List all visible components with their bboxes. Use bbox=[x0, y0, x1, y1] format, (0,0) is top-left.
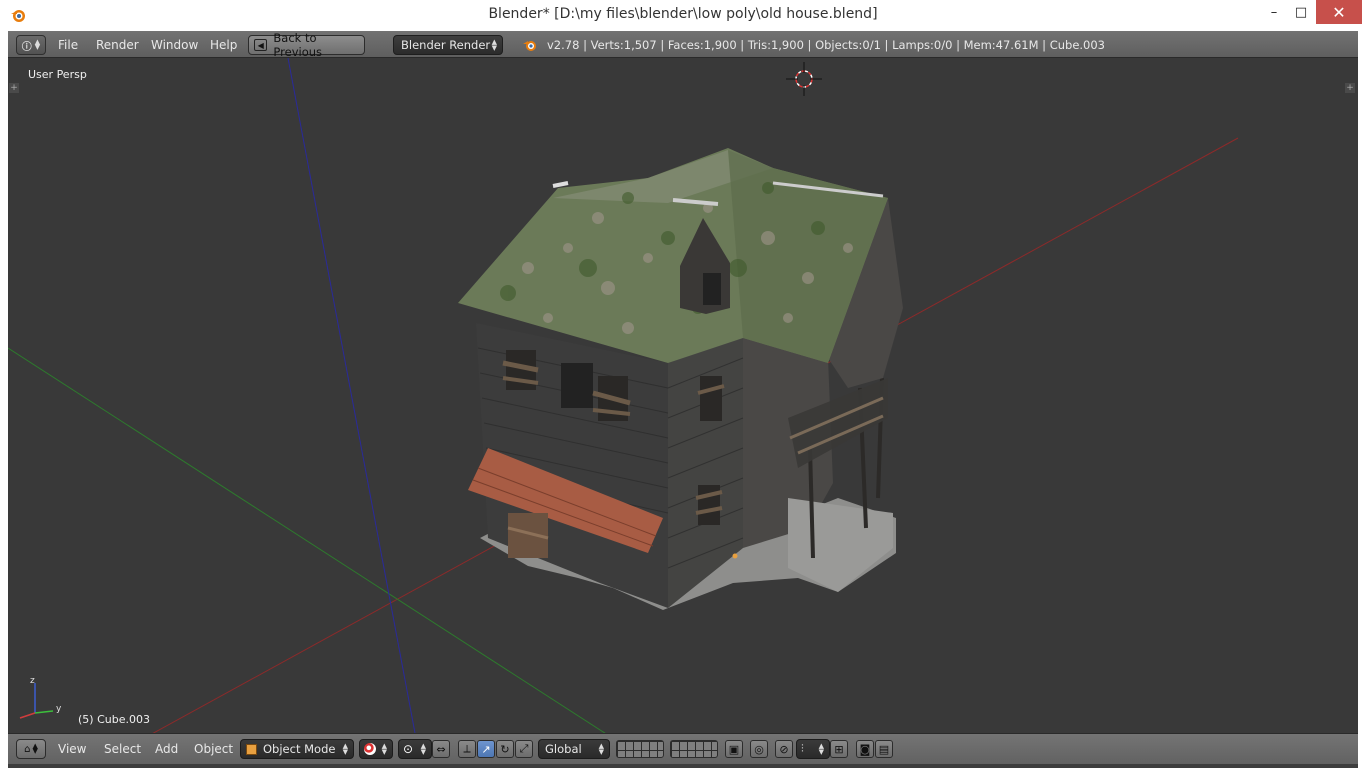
scene-layers-grid-a[interactable] bbox=[616, 740, 664, 758]
lock-layers-icon[interactable]: ▣ bbox=[725, 740, 743, 758]
back-to-previous-label: Back to Previous bbox=[273, 31, 323, 59]
gizmo-z-label: z bbox=[30, 676, 35, 686]
snap-increment-icon: ⫶ bbox=[801, 742, 804, 755]
updown-arrows-icon: ▲ ▼ bbox=[34, 38, 41, 51]
old-house-model bbox=[458, 148, 903, 610]
scale-manipulator-icon[interactable]: ⤢ bbox=[515, 740, 533, 758]
pivot-point-select[interactable]: ⊙ ▲ ▼ bbox=[398, 739, 432, 759]
3d-view-icon: ⌂ bbox=[24, 743, 31, 755]
updown-arrows-icon: ▲ ▼ bbox=[32, 742, 38, 755]
viewport-shading-select[interactable]: ▲ ▼ bbox=[359, 739, 393, 759]
close-button[interactable]: ✕ bbox=[1316, 0, 1362, 24]
back-arrow-icon: ◀ bbox=[254, 39, 268, 51]
back-to-previous-button[interactable]: ◀ Back to Previous bbox=[248, 31, 365, 59]
cube-icon bbox=[246, 743, 257, 755]
menu-select[interactable]: Select bbox=[104, 742, 141, 756]
3d-viewport[interactable]: + + User Persp z y (5) Cube.003 bbox=[8, 58, 1358, 733]
shading-sphere-icon bbox=[364, 743, 376, 755]
window-title: Blender* [D:\my files\blender\low poly\o… bbox=[488, 6, 878, 22]
updown-arrows-icon: ▲ ▼ bbox=[598, 742, 604, 756]
menu-file[interactable]: File bbox=[58, 38, 78, 52]
region-expand-right-icon[interactable]: + bbox=[1345, 83, 1355, 93]
updown-arrows-icon: ▲ ▼ bbox=[491, 38, 497, 52]
menu-window[interactable]: Window bbox=[151, 38, 198, 52]
active-object-label: (5) Cube.003 bbox=[78, 713, 150, 726]
updown-arrows-icon: ▲ ▼ bbox=[381, 742, 387, 756]
snap-element-select[interactable]: ⫶ ▲ ▼ bbox=[796, 739, 830, 759]
menu-help[interactable]: Help bbox=[210, 38, 237, 52]
updown-arrows-icon: ▲ ▼ bbox=[342, 742, 348, 756]
info-icon: ⓘ bbox=[21, 41, 32, 53]
view-perspective-label: User Persp bbox=[28, 68, 87, 81]
transform-orientation-select[interactable]: Global ▲ ▼ bbox=[538, 739, 610, 759]
manipulate-center-icon[interactable]: ⇔ bbox=[432, 740, 450, 758]
mode-value: Object Mode bbox=[263, 742, 336, 756]
render-engine-value: Blender Render bbox=[401, 38, 491, 52]
menu-view[interactable]: View bbox=[58, 742, 86, 756]
minimize-button[interactable]: – bbox=[1260, 0, 1288, 24]
manipulator-toggle-icon[interactable]: ⟂ bbox=[458, 740, 476, 758]
render-animation-icon[interactable]: ▤ bbox=[875, 740, 893, 758]
mode-select[interactable]: Object Mode ▲ ▼ bbox=[240, 739, 354, 759]
scene-layers-grid-b[interactable] bbox=[670, 740, 718, 758]
render-opengl-icon[interactable]: ◙ bbox=[856, 740, 874, 758]
blender-logo-icon bbox=[523, 41, 536, 51]
pivot-icon: ⊙ bbox=[403, 742, 414, 756]
menu-render[interactable]: Render bbox=[96, 38, 139, 52]
menu-add[interactable]: Add bbox=[155, 742, 178, 756]
3d-cursor-icon bbox=[786, 62, 822, 96]
gizmo-y-label: y bbox=[56, 704, 62, 714]
scene-statistics: v2.78 | Verts:1,507 | Faces:1,900 | Tris… bbox=[547, 38, 1105, 52]
render-engine-select[interactable]: Blender Render ▲ ▼ bbox=[393, 35, 503, 55]
updown-arrows-icon: ▲ ▼ bbox=[420, 742, 426, 756]
3d-view-header: ⌂ ▲ ▼ View Select Add Object Object Mode … bbox=[8, 733, 1358, 764]
region-expand-left-icon[interactable]: + bbox=[9, 83, 19, 93]
info-header: ⓘ ▲ ▼ File Render Window Help ◀ Back to P… bbox=[8, 31, 1358, 59]
viewport-scene bbox=[8, 58, 1239, 733]
z-axis-line bbox=[287, 58, 416, 733]
snap-toggle-icon[interactable]: ⊘ bbox=[775, 740, 793, 758]
translate-manipulator-icon[interactable]: ↗ bbox=[477, 740, 495, 758]
proportional-edit-icon[interactable]: ◎ bbox=[750, 740, 768, 758]
snap-target-icon[interactable]: ⊞ bbox=[830, 740, 848, 758]
updown-arrows-icon: ▲ ▼ bbox=[818, 742, 824, 756]
editor-type-3d-selector[interactable]: ⌂ ▲ ▼ bbox=[16, 739, 46, 759]
axis-gizmo-icon bbox=[19, 683, 54, 719]
maximize-button[interactable]: □ bbox=[1288, 0, 1314, 24]
orientation-value: Global bbox=[545, 742, 582, 756]
menu-object[interactable]: Object bbox=[194, 742, 233, 756]
editor-type-selector[interactable]: ⓘ ▲ ▼ bbox=[16, 35, 46, 55]
window-titlebar: Blender* [D:\my files\blender\low poly\o… bbox=[0, 0, 1366, 31]
blender-window: ⓘ ▲ ▼ File Render Window Help ◀ Back to P… bbox=[8, 31, 1358, 768]
rotate-manipulator-icon[interactable]: ↻ bbox=[496, 740, 514, 758]
